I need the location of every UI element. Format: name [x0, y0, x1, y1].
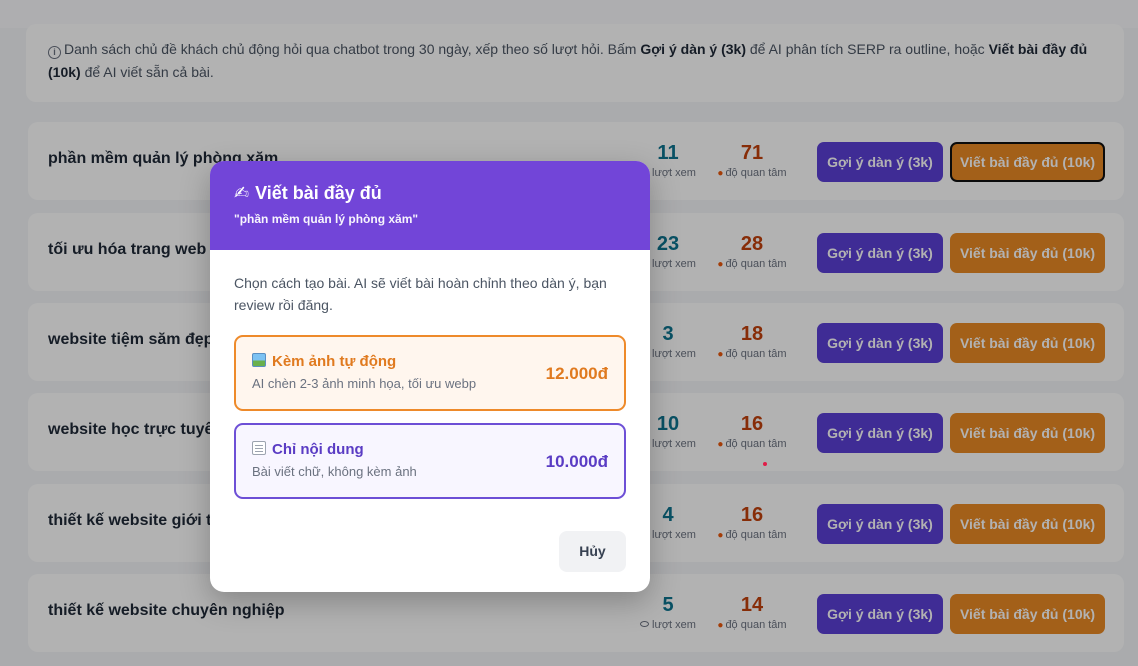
cancel-button[interactable]: Hủy	[559, 531, 626, 572]
write-article-modal: ✍ Viết bài đầy đủ "phần mềm quản lý phòng…	[210, 161, 650, 592]
writing-hand-icon: ✍	[234, 183, 250, 203]
page: i Danh sách chủ đề khách chủ động hỏi qua…	[0, 0, 1138, 666]
option-name: Chỉ nội dung	[272, 441, 364, 458]
option-price: 10.000đ	[545, 452, 608, 471]
modal-subtitle: "phần mềm quản lý phòng xăm"	[234, 212, 419, 226]
modal-body: Chọn cách tạo bài. AI sẽ viết bài hoàn c…	[210, 250, 650, 499]
option-name: Kèm ảnh tự động	[272, 353, 397, 370]
option-auto-images[interactable]: Kèm ảnh tự động AI chèn 2-3 ảnh minh họa…	[234, 335, 626, 411]
option-text-only[interactable]: Chỉ nội dung Bài viết chữ, không kèm ảnh…	[234, 423, 626, 499]
cursor-dot	[763, 462, 767, 466]
modal-header: ✍ Viết bài đầy đủ "phần mềm quản lý phòng…	[210, 161, 650, 250]
modal-title: Viết bài đầy đủ	[255, 183, 382, 203]
picture-icon	[252, 353, 266, 367]
modal-description: Chọn cách tạo bài. AI sẽ viết bài hoàn c…	[234, 275, 607, 313]
memo-icon	[252, 441, 266, 455]
option-price: 12.000đ	[545, 364, 608, 383]
